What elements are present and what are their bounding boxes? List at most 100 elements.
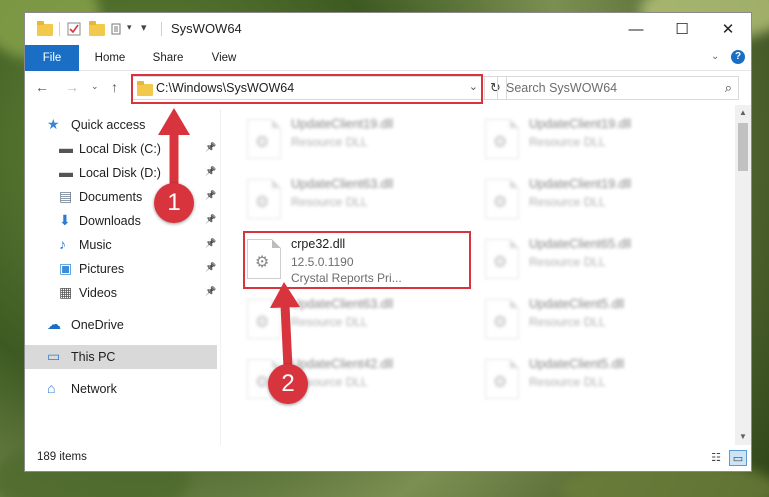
pin-icon[interactable]: 📌 [205, 214, 216, 225]
file-name: UpdateClient19.dll [529, 117, 632, 131]
file-item[interactable]: ⚙ UpdateClient19.dll Resource DLL [241, 113, 471, 169]
sidebar-item-network[interactable]: ⌂ Network [25, 377, 217, 401]
minimize-icon: — [628, 20, 644, 38]
sidebar-item-label: Videos [79, 286, 117, 300]
scroll-thumb[interactable] [738, 123, 748, 171]
dll-file-icon: ⚙ [247, 119, 281, 159]
help-icon[interactable]: ? [731, 50, 745, 64]
sidebar-item-pictures[interactable]: ▣ Pictures 📌 [25, 257, 217, 281]
sidebar-item-label: Music [79, 238, 112, 252]
documents-icon: ▤ [59, 188, 73, 204]
properties-icon[interactable] [67, 22, 81, 36]
sidebar-item-this-pc[interactable]: ▭ This PC [25, 345, 217, 369]
file-item[interactable]: ⚙ UpdateClient5.dll Resource DLL [479, 353, 709, 409]
file-name: UpdateClient63.dll [291, 177, 394, 191]
file-detail: Resource DLL [291, 315, 368, 329]
sidebar-item-onedrive[interactable]: ☁ OneDrive [25, 313, 217, 337]
chevron-down-icon[interactable]: ▾ [127, 22, 132, 33]
back-arrow-icon[interactable]: ← [35, 79, 49, 95]
sidebar-item-label: Downloads [79, 214, 141, 228]
pc-icon: ▭ [47, 348, 61, 364]
tab-home[interactable]: Home [85, 45, 135, 71]
sidebar-item-local-disk-c[interactable]: ▬ Local Disk (C:) 📌 [25, 137, 217, 161]
file-item[interactable]: ⚙ UpdateClient63.dll Resource DLL [241, 293, 471, 349]
file-detail: Resource DLL [529, 255, 606, 269]
videos-icon: ▦ [59, 284, 73, 300]
file-name: UpdateClient19.dll [529, 177, 632, 191]
sidebar-item-videos[interactable]: ▦ Videos 📌 [25, 281, 217, 305]
file-name: UpdateClient65.dll [529, 237, 632, 251]
pin-icon[interactable]: 📌 [205, 262, 216, 273]
dll-file-icon: ⚙ [485, 119, 519, 159]
forward-arrow-icon[interactable]: → [65, 79, 79, 95]
gear-icon: ⚙ [255, 194, 270, 211]
page-fold [272, 179, 281, 188]
sidebar-item-label: Quick access [71, 118, 146, 132]
file-item[interactable]: ⚙ UpdateClient19.dll Resource DLL [479, 173, 709, 229]
dll-file-icon: ⚙ [247, 299, 281, 339]
file-item[interactable]: ⚙ UpdateClient65.dll Resource DLL [479, 233, 709, 289]
search-box[interactable]: Search SysWOW64 ⌕ [497, 76, 739, 100]
onedrive-icon: ☁ [47, 316, 61, 332]
customize-icon[interactable] [111, 22, 125, 36]
file-detail: Resource DLL [529, 135, 606, 149]
up-arrow-icon[interactable]: ↑ [111, 79, 118, 95]
divider [59, 22, 60, 36]
ribbon: File Home Share View ⌄ ? [25, 45, 751, 71]
tab-share[interactable]: Share [143, 45, 193, 71]
sidebar-item-local-disk-d[interactable]: ▬ Local Disk (D:) 📌 [25, 161, 217, 185]
title-bar: ▾ ▾ SysWOW64 — ☐ ✕ [25, 13, 751, 45]
page-fold [510, 299, 519, 308]
file-item[interactable]: ⚙ UpdateClient5.dll Resource DLL [479, 293, 709, 349]
dll-file-icon: ⚙ [485, 359, 519, 399]
close-button[interactable]: ✕ [705, 13, 751, 45]
pin-icon[interactable]: 📌 [205, 142, 216, 153]
dll-file-icon: ⚙ [485, 299, 519, 339]
scroll-down-icon[interactable]: ▼ [735, 429, 751, 445]
page-fold [272, 299, 281, 308]
sidebar-item-label: Documents [79, 190, 143, 204]
page-fold [510, 239, 519, 248]
file-item[interactable]: ⚙ UpdateClient63.dll Resource DLL [241, 173, 471, 229]
details-view-icon[interactable]: ☷ [707, 450, 725, 466]
tiles-view-icon[interactable]: ▭ [729, 450, 747, 466]
file-name: UpdateClient19.dll [291, 117, 394, 131]
minimize-button[interactable]: — [613, 13, 659, 45]
pin-icon[interactable]: 📌 [205, 286, 216, 297]
sidebar-item-label: Network [71, 382, 117, 396]
tab-view[interactable]: View [201, 45, 247, 71]
dll-file-icon: ⚙ [485, 179, 519, 219]
qat-dropdown-icon[interactable]: ▾ [141, 21, 147, 34]
gear-icon: ⚙ [493, 314, 508, 331]
gear-icon: ⚙ [493, 374, 508, 391]
sidebar-item-quick-access[interactable]: ★ Quick access [25, 113, 217, 137]
pin-icon[interactable]: 📌 [205, 238, 216, 249]
page-fold [510, 119, 519, 128]
scroll-up-icon[interactable]: ▲ [735, 105, 751, 121]
tab-file[interactable]: File [25, 45, 79, 71]
file-detail: Resource DLL [529, 375, 606, 389]
new-folder-icon[interactable] [89, 21, 105, 36]
file-highlight-box [243, 231, 471, 289]
pin-icon[interactable]: 📌 [205, 166, 216, 177]
network-icon: ⌂ [47, 380, 56, 396]
pin-icon[interactable]: 📌 [205, 190, 216, 201]
maximize-button[interactable]: ☐ [659, 13, 705, 45]
drive-icon: ▬ [59, 164, 73, 180]
item-count: 189 items [37, 451, 87, 463]
dll-file-icon: ⚙ [485, 239, 519, 279]
page-fold [510, 179, 519, 188]
file-detail: Resource DLL [529, 315, 606, 329]
sidebar-item-music[interactable]: ♪ Music 📌 [25, 233, 217, 257]
search-placeholder: Search SysWOW64 [506, 81, 618, 95]
vertical-scrollbar[interactable]: ▲ ▼ [735, 105, 751, 445]
downloads-icon: ⬇ [59, 212, 71, 228]
file-item[interactable]: ⚙ UpdateClient19.dll Resource DLL [479, 113, 709, 169]
divider [161, 22, 162, 36]
file-name: UpdateClient63.dll [291, 297, 394, 311]
close-icon: ✕ [721, 21, 735, 38]
pictures-icon: ▣ [59, 260, 73, 276]
ribbon-expand-icon[interactable]: ⌄ [711, 51, 719, 62]
music-icon: ♪ [59, 236, 66, 252]
recent-locations-icon[interactable]: ⌄ [91, 81, 99, 92]
